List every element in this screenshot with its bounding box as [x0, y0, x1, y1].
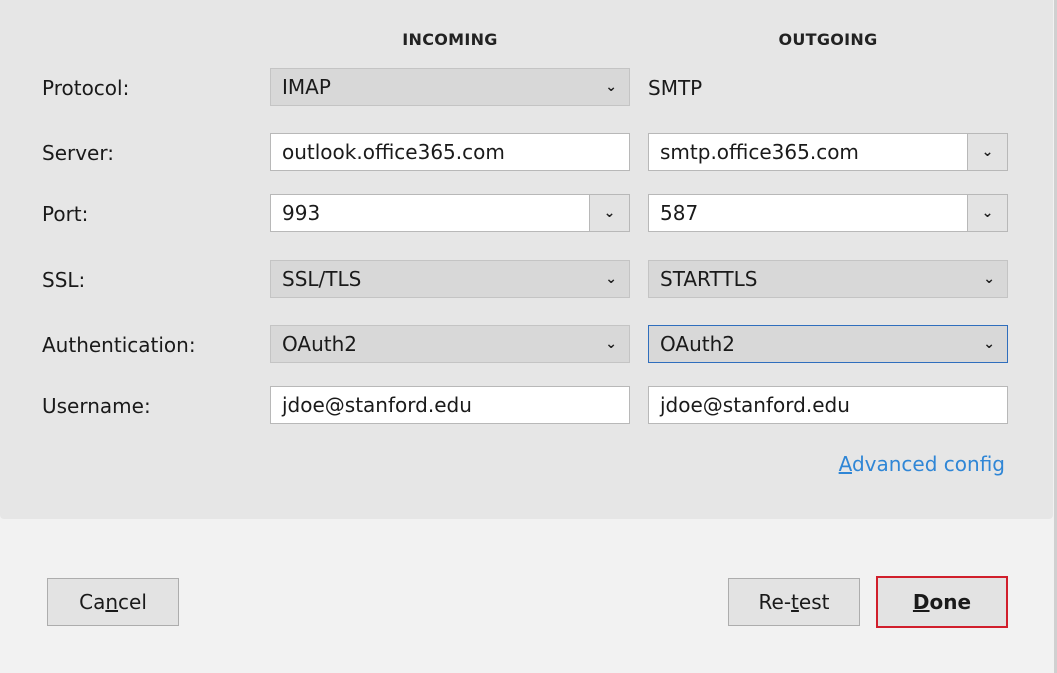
- ssl-label: SSL:: [42, 268, 86, 292]
- done-label-mnemonic: D: [912, 590, 930, 614]
- chevron-down-icon: ⌄: [605, 271, 617, 287]
- outgoing-authentication-select[interactable]: OAuth2 ⌄: [648, 325, 1008, 363]
- cancel-button[interactable]: Cancel: [47, 578, 179, 626]
- chevron-down-icon[interactable]: ⌄: [967, 195, 1007, 231]
- authentication-label: Authentication:: [42, 333, 196, 357]
- outgoing-column-header: OUTGOING: [778, 30, 878, 49]
- outgoing-username-value: jdoe@stanford.edu: [660, 393, 850, 417]
- outgoing-username-input[interactable]: jdoe@stanford.edu: [648, 386, 1008, 424]
- outgoing-server-value: smtp.office365.com: [660, 140, 859, 164]
- incoming-port-value: 993: [282, 201, 321, 225]
- done-button[interactable]: Done: [876, 576, 1008, 628]
- username-label: Username:: [42, 394, 151, 418]
- outgoing-ssl-select[interactable]: STARTTLS ⌄: [648, 260, 1008, 298]
- incoming-username-value: jdoe@stanford.edu: [282, 393, 472, 417]
- outgoing-protocol-value: SMTP: [648, 76, 703, 100]
- incoming-authentication-select[interactable]: OAuth2 ⌄: [270, 325, 630, 363]
- outgoing-authentication-value: OAuth2: [660, 332, 735, 356]
- incoming-server-input[interactable]: outlook.office365.com: [270, 133, 630, 171]
- advanced-config-mnemonic: A: [838, 452, 852, 476]
- cancel-label-post: cel: [118, 590, 147, 614]
- incoming-protocol-value: IMAP: [282, 75, 331, 99]
- outgoing-ssl-value: STARTTLS: [660, 267, 758, 291]
- incoming-port-combobox[interactable]: 993 ⌄: [270, 194, 630, 232]
- retest-button[interactable]: Re-test: [728, 578, 860, 626]
- incoming-column-header: INCOMING: [402, 30, 498, 49]
- chevron-down-icon: ⌄: [605, 336, 617, 352]
- incoming-protocol-select[interactable]: IMAP ⌄: [270, 68, 630, 106]
- incoming-server-value: outlook.office365.com: [282, 140, 505, 164]
- chevron-down-icon: ⌄: [605, 79, 617, 95]
- server-label: Server:: [42, 141, 114, 165]
- retest-label-pre: Re-: [758, 590, 792, 614]
- chevron-down-icon: ⌄: [983, 336, 995, 352]
- chevron-down-icon[interactable]: ⌄: [967, 134, 1007, 170]
- done-label-post: one: [929, 590, 972, 614]
- port-label: Port:: [42, 202, 89, 226]
- outgoing-port-value: 587: [660, 201, 699, 225]
- incoming-username-input[interactable]: jdoe@stanford.edu: [270, 386, 630, 424]
- outgoing-server-combobox[interactable]: smtp.office365.com ⌄: [648, 133, 1008, 171]
- cancel-label-pre: Ca: [79, 590, 106, 614]
- retest-label-mnemonic: t: [791, 590, 799, 614]
- retest-label-post: est: [798, 590, 830, 614]
- incoming-authentication-value: OAuth2: [282, 332, 357, 356]
- protocol-label: Protocol:: [42, 76, 130, 100]
- chevron-down-icon[interactable]: ⌄: [589, 195, 629, 231]
- advanced-config-text: dvanced config: [851, 452, 1005, 476]
- outgoing-port-combobox[interactable]: 587 ⌄: [648, 194, 1008, 232]
- chevron-down-icon: ⌄: [983, 271, 995, 287]
- incoming-ssl-value: SSL/TLS: [282, 267, 362, 291]
- advanced-config-link[interactable]: Advanced config: [839, 452, 1005, 476]
- incoming-ssl-select[interactable]: SSL/TLS ⌄: [270, 260, 630, 298]
- cancel-label-mnemonic: n: [105, 590, 119, 614]
